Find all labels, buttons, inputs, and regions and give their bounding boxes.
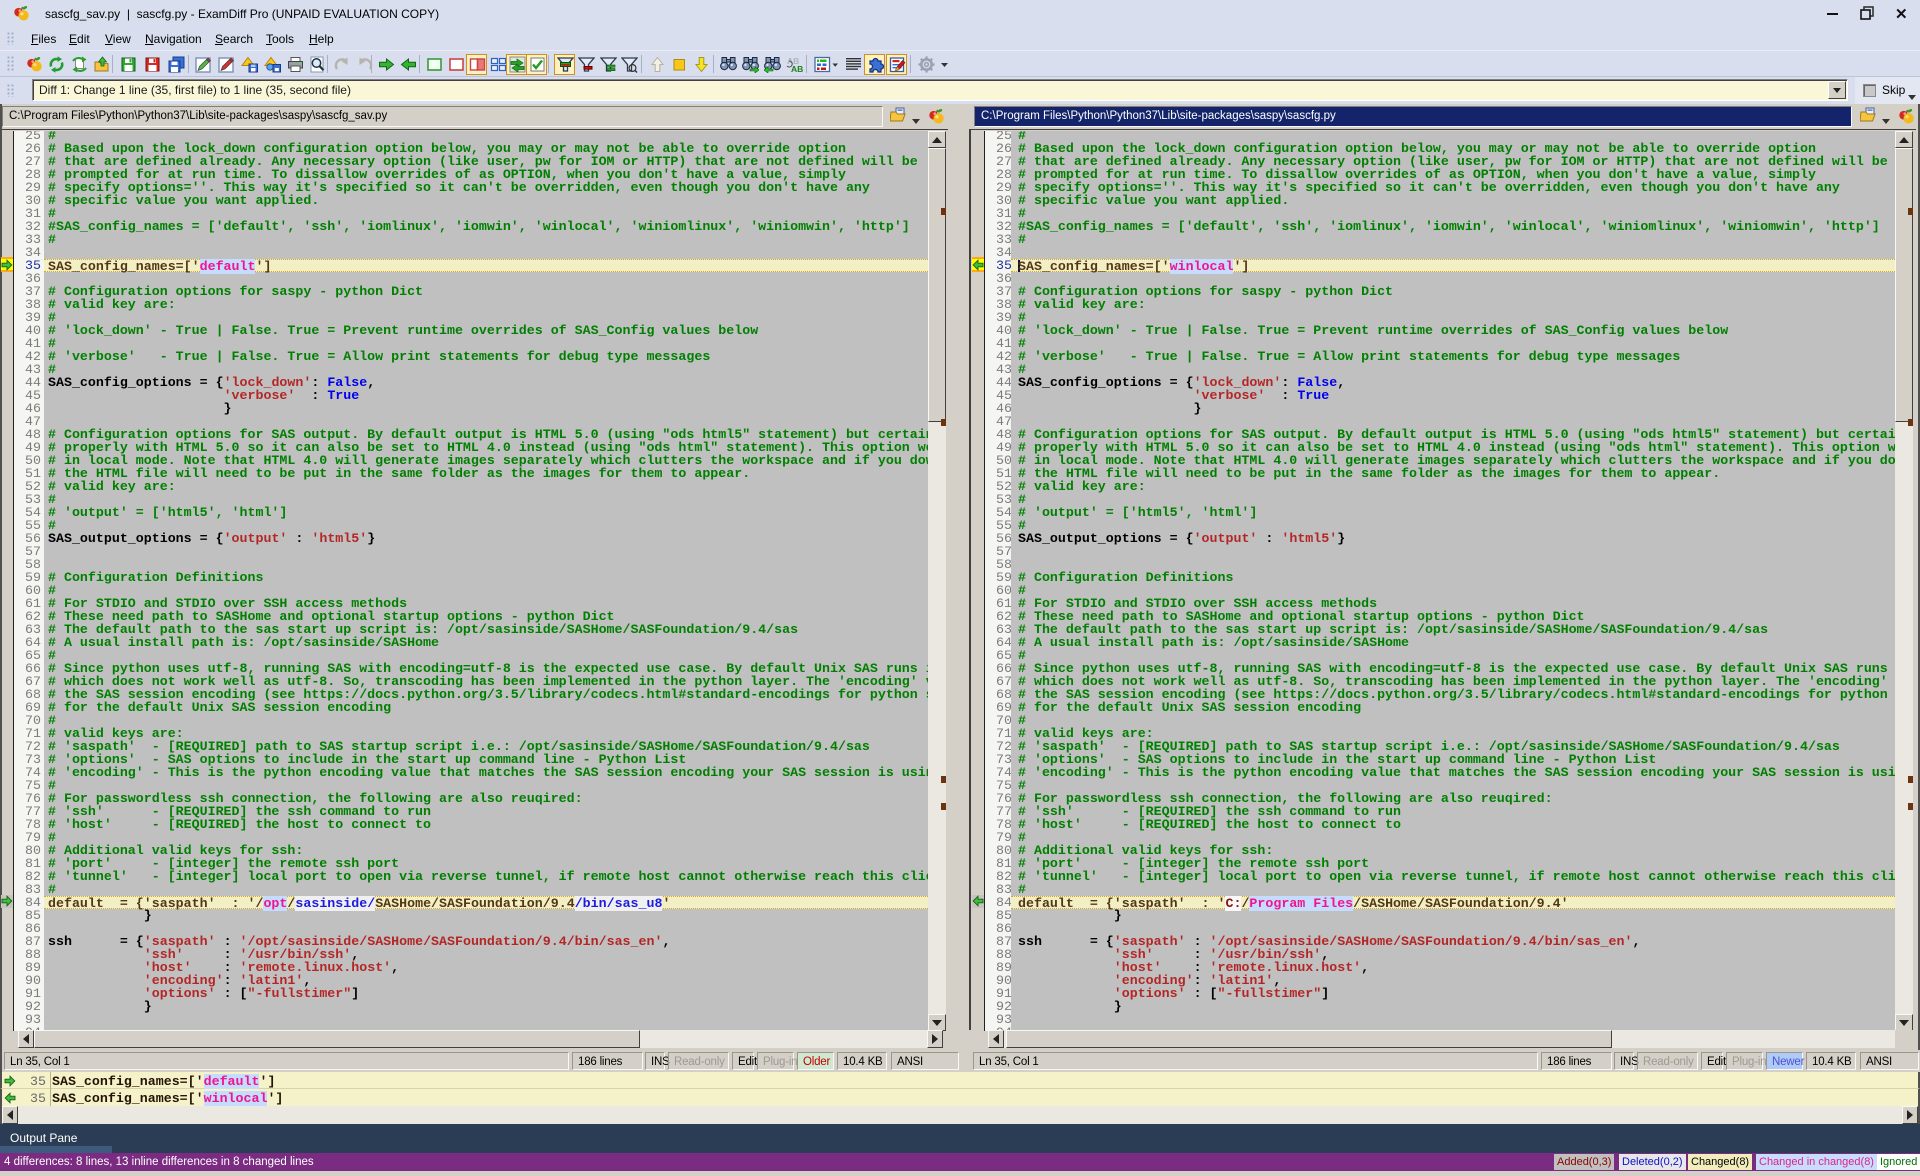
- svg-text:AB: AB: [791, 64, 803, 73]
